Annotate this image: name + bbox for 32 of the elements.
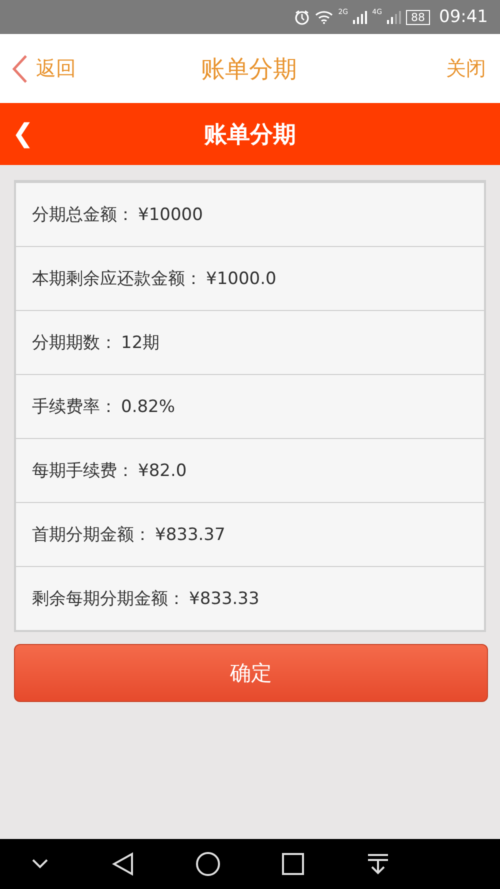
field-value: 12期 — [121, 332, 160, 354]
field-label: 分期期数： — [32, 332, 117, 354]
back-button[interactable]: 返回 — [12, 54, 76, 84]
field-value: ¥1000.0 — [206, 268, 276, 288]
field-value: ¥833.33 — [189, 588, 260, 608]
field-label: 每期手续费： — [32, 460, 134, 482]
field-value: 0.82% — [121, 396, 176, 416]
signal-icon — [353, 10, 368, 24]
field-label: 分期总金额： — [32, 204, 134, 226]
field-value: ¥82.0 — [138, 460, 187, 480]
field-label: 手续费率： — [32, 396, 117, 418]
battery-level: 88 — [406, 10, 430, 24]
home-icon[interactable] — [196, 852, 220, 876]
back-icon — [12, 54, 28, 84]
wifi-icon — [315, 10, 334, 24]
back-button[interactable]: ❮ — [12, 119, 34, 149]
field-label: 本期剩余应还款金额： — [32, 268, 202, 290]
back-icon[interactable] — [112, 852, 134, 876]
field-label: 首期分期金额： — [32, 524, 151, 546]
bar-title: 账单分期 — [204, 120, 296, 150]
signal-icon — [387, 10, 401, 24]
clock-time: 09:41 — [439, 7, 488, 27]
confirm-button[interactable]: 确定 — [14, 644, 488, 702]
notification-pull-icon[interactable] — [366, 853, 389, 875]
recent-apps-icon[interactable] — [282, 853, 304, 875]
alarm-icon — [294, 9, 310, 25]
field-value: ¥833.37 — [155, 524, 226, 544]
page-title: 账单分期 — [201, 54, 297, 84]
close-button[interactable]: 关闭 — [446, 55, 486, 82]
field-label: 剩余每期分期金额： — [32, 588, 185, 610]
chevron-down-icon[interactable] — [31, 858, 50, 870]
field-value: ¥10000 — [138, 204, 203, 224]
